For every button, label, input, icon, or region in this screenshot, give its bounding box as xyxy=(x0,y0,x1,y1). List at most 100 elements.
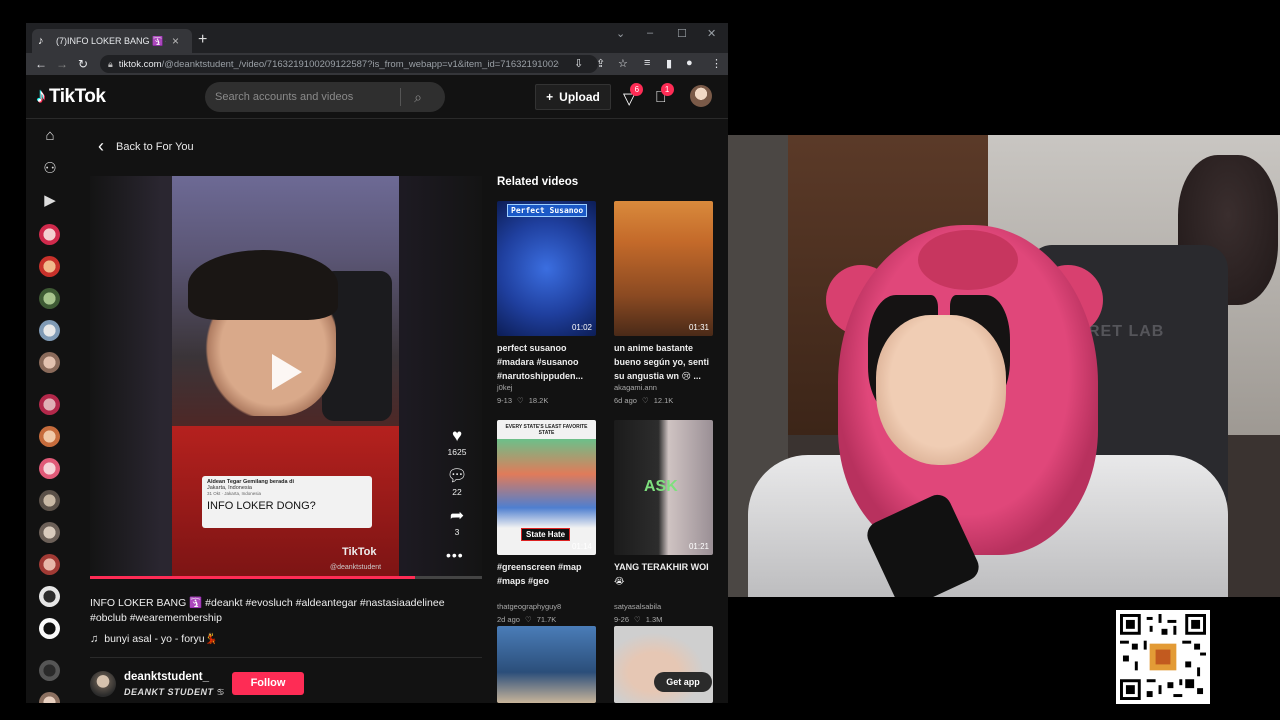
related-video-card[interactable] xyxy=(497,626,596,703)
related-videos-title: Related videos xyxy=(497,176,579,188)
chair-logo: RET LAB xyxy=(1088,323,1165,340)
webcam-person-face xyxy=(876,315,1006,465)
followed-account-avatar[interactable] xyxy=(39,426,60,447)
browser-tab[interactable]: ♪ (7)INFO LOKER BANG 🛐 #deankt × xyxy=(32,29,192,53)
search-input[interactable] xyxy=(205,91,400,103)
messages-icon[interactable]: ⎕ 1 xyxy=(656,83,674,107)
tiktok-note-icon: ♪ xyxy=(36,85,46,107)
heart-outline-icon: ♡ xyxy=(517,396,524,405)
video-progress-bar[interactable] xyxy=(90,576,482,579)
search-icon[interactable]: ⌕ xyxy=(401,89,435,106)
extensions-icon[interactable]: ≡ xyxy=(644,57,650,69)
new-tab-icon[interactable]: + xyxy=(198,31,207,49)
related-video-card[interactable]: ASK 01:21 YANG TERAKHIR WOI 😭 satyasalsa… xyxy=(614,420,713,624)
creator-nickname: DEANKT STUDENT ♋ xyxy=(124,687,226,697)
follow-button[interactable]: Follow xyxy=(232,672,304,695)
browser-window: ♪ (7)INFO LOKER BANG 🛐 #deankt × + ⌄ – ☐… xyxy=(26,23,728,703)
maximize-icon[interactable]: ☐ xyxy=(677,27,687,40)
video-thumbnail: ASK 01:21 xyxy=(614,420,713,555)
inbox-badge: 6 xyxy=(630,83,644,96)
forward-arrow-icon[interactable]: → xyxy=(51,57,73,71)
close-window-icon[interactable]: ✕ xyxy=(707,27,716,40)
music-link[interactable]: ♫ bunyi asal - yo - foryu💃 xyxy=(90,632,218,646)
like-button[interactable]: ♥ 1625 xyxy=(440,426,474,458)
share-icon[interactable]: ⇪ xyxy=(596,57,605,70)
messages-badge: 1 xyxy=(660,83,674,96)
inbox-icon[interactable]: ▽ 6 xyxy=(623,83,644,109)
music-note-icon: ♫ xyxy=(90,632,99,645)
sidebar-icon[interactable]: ▮ xyxy=(666,57,672,70)
followed-account-avatar[interactable] xyxy=(39,458,60,479)
comment-count: 22 xyxy=(452,487,462,497)
back-arrow-icon[interactable]: ← xyxy=(30,57,52,71)
play-icon[interactable] xyxy=(272,354,302,390)
bookmark-star-icon[interactable]: ☆ xyxy=(618,57,628,70)
menu-icon[interactable]: ⋮ xyxy=(711,57,722,70)
related-video-card[interactable]: EVERY STATE'S LEAST FAVORITE STATE State… xyxy=(497,420,596,624)
comment-button[interactable]: 💬︎ 22 xyxy=(440,466,474,498)
upload-button[interactable]: + Upload xyxy=(535,84,611,110)
comment-icon: 💬︎ xyxy=(446,466,468,485)
followed-account-avatar[interactable] xyxy=(39,554,60,575)
like-count: 1625 xyxy=(447,447,467,457)
reload-icon[interactable]: ↻ xyxy=(72,57,94,71)
followed-account-avatar[interactable] xyxy=(39,490,60,511)
user-avatar[interactable] xyxy=(690,85,712,107)
live-icon[interactable]: ▶ xyxy=(40,191,60,211)
tab-title: (7)INFO LOKER BANG 🛐 #deankt xyxy=(56,35,166,46)
person-hair xyxy=(188,250,338,320)
video-thumbnail: 01:31 xyxy=(614,201,713,336)
divider xyxy=(90,657,482,658)
home-icon[interactable]: ⌂ xyxy=(40,127,60,147)
overlay-caption-card: Aldean Tegar Gemilang berada di Jakarta,… xyxy=(202,476,372,528)
plus-icon: + xyxy=(546,90,554,104)
followed-account-avatar[interactable] xyxy=(39,618,60,639)
followed-account-avatar[interactable] xyxy=(39,256,60,277)
search-bar: ⌕ xyxy=(205,82,445,112)
video-description: INFO LOKER BANG 🛐 #deankt #evosluch #ald… xyxy=(90,597,445,624)
tiktok-watermark: TikTok xyxy=(342,546,377,558)
heart-icon: ♥ xyxy=(451,426,463,445)
followed-account-avatar[interactable] xyxy=(39,352,60,373)
omnibox[interactable]: 🔒︎ tiktok.com/@deanktstudent_/video/7163… xyxy=(100,55,598,73)
tab-bar: ♪ (7)INFO LOKER BANG 🛐 #deankt × + ⌄ – ☐… xyxy=(26,23,728,53)
followed-account-avatar[interactable] xyxy=(39,586,60,607)
video-thumbnail xyxy=(497,626,596,703)
followed-account-avatar[interactable] xyxy=(39,522,60,543)
get-app-button[interactable]: Get app xyxy=(654,672,712,692)
share-button[interactable]: ➦ 3 xyxy=(440,507,474,538)
install-icon[interactable]: ⇩ xyxy=(574,57,583,70)
tiktok-header: ♪ TikTok ⌕ + Upload ▽6 ⎕1 xyxy=(26,75,728,119)
heart-outline-icon: ♡ xyxy=(634,615,641,624)
related-video-card[interactable]: Perfect Susanoo 01:02 perfect susanoo #m… xyxy=(497,201,596,405)
lock-icon: 🔒︎ xyxy=(108,58,113,69)
followed-account-avatar[interactable] xyxy=(39,692,60,703)
hood-snout xyxy=(918,230,1018,290)
video-thumbnail: Perfect Susanoo 01:02 xyxy=(497,201,596,336)
heart-outline-icon: ♡ xyxy=(524,615,532,624)
followed-account-avatar[interactable] xyxy=(39,660,60,681)
share-count: 3 xyxy=(454,527,460,537)
video-thumbnail: EVERY STATE'S LEAST FAVORITE STATE State… xyxy=(497,420,596,555)
qr-code-graphic xyxy=(1120,614,1206,700)
tiktok-logo[interactable]: ♪ TikTok xyxy=(36,85,106,108)
tiktok-favicon-icon: ♪ xyxy=(38,35,44,47)
following-icon[interactable]: ⚇ xyxy=(40,159,60,179)
followed-account-avatar[interactable] xyxy=(39,320,60,341)
creator-username[interactable]: deanktstudent_ xyxy=(124,671,209,683)
back-to-for-you-link[interactable]: ‹ Back to For You xyxy=(98,136,194,157)
minimize-icon[interactable]: – xyxy=(647,27,653,39)
followed-account-avatar[interactable] xyxy=(39,224,60,245)
chevron-left-icon: ‹ xyxy=(98,136,104,156)
followed-account-avatar[interactable] xyxy=(39,288,60,309)
creator-avatar[interactable] xyxy=(90,671,116,697)
tab-search-icon[interactable]: ⌄ xyxy=(616,27,625,40)
followed-account-avatar[interactable] xyxy=(39,394,60,415)
qr-code xyxy=(1116,610,1210,704)
close-tab-icon[interactable]: × xyxy=(172,34,179,48)
more-options-icon[interactable]: ••• xyxy=(446,547,464,563)
profile-icon[interactable]: ● xyxy=(686,57,693,69)
watermark-handle: @deanktstudent xyxy=(330,564,382,571)
related-video-card[interactable]: 01:31 un anime bastante bueno según yo, … xyxy=(614,201,713,405)
progress-fill xyxy=(90,576,416,579)
